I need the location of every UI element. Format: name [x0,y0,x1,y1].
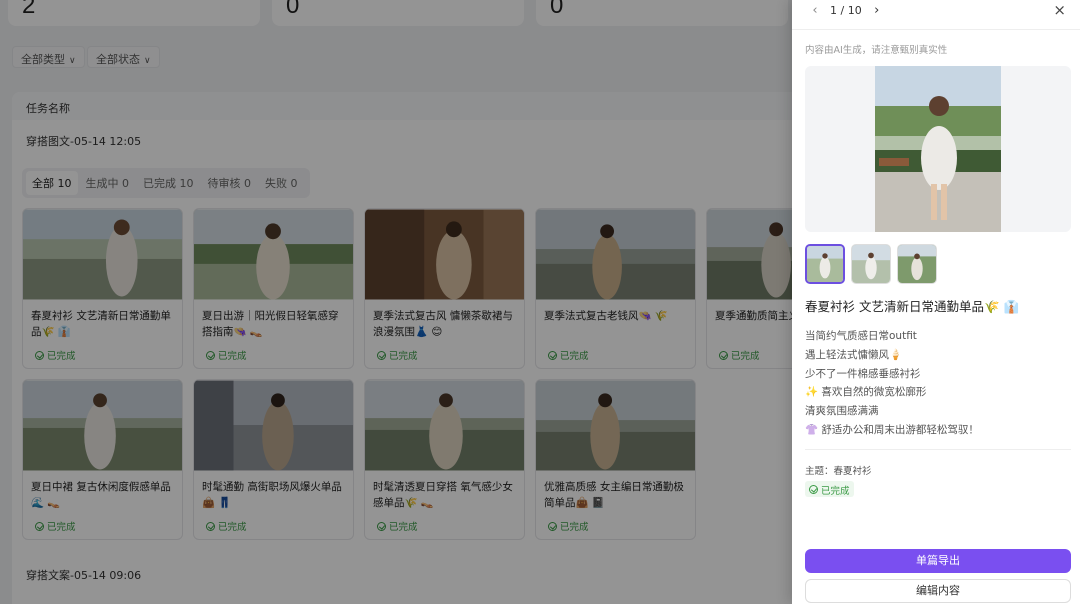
chevron-right-icon[interactable]: › [868,3,886,18]
detail-drawer: ‹ 1 / 10 › × 内容由AI生成，请注意甄别真实性 春夏衬衫 文艺清新日… [792,0,1080,604]
thumbnail-1[interactable] [805,244,845,284]
post-title: 春夏衬衫 文艺清新日常通勤单品🌾 👔 [805,299,1020,314]
modal-overlay[interactable] [0,0,792,604]
check-circle-icon [809,485,818,494]
post-body-line: 👚 舒适办公和周末出游都轻松驾驭！ [805,423,979,436]
task-page: 2 0 0 全部类型 ∨ 全部状态 ∨ 任务名称 穿搭图文-05-14 12:05 … [0,0,1080,604]
post-body: 当简约气质感日常outfit 遇上轻法式慵懒风🍦 少不了一件棉感垂感衬衫 ✨ 喜… [805,327,979,440]
post-body-line: 清爽氛围感满满 [805,405,879,418]
status-badge: 已完成 [805,481,854,497]
chevron-left-icon[interactable]: ‹ [806,3,824,18]
post-body-line: 遇上轻法式慵懒风🍦 [805,348,903,361]
divider [792,29,1080,30]
thumbnail-3[interactable] [897,244,937,284]
post-body-line: 少不了一件棉感垂感衬衫 [805,367,921,380]
divider [805,449,1071,450]
thumbnail-strip [805,244,943,284]
topic-label: 主题：春夏衬衫 [805,466,872,477]
thumbnail-2[interactable] [851,244,891,284]
image-preview[interactable] [805,66,1071,232]
export-button[interactable]: 单篇导出 [805,549,1071,573]
ai-disclaimer: 内容由AI生成，请注意甄别真实性 [805,45,948,56]
post-body-line: 当简约气质感日常outfit [805,330,917,342]
outfit-photo [875,66,1001,232]
page-indicator: 1 / 10 [830,3,862,17]
edit-content-button[interactable]: 编辑内容 [805,579,1071,603]
post-body-line: ✨ 喜欢自然的微宽松廓形 [805,386,927,399]
pager: ‹ 1 / 10 › [806,2,886,18]
close-icon[interactable]: × [1053,1,1066,19]
